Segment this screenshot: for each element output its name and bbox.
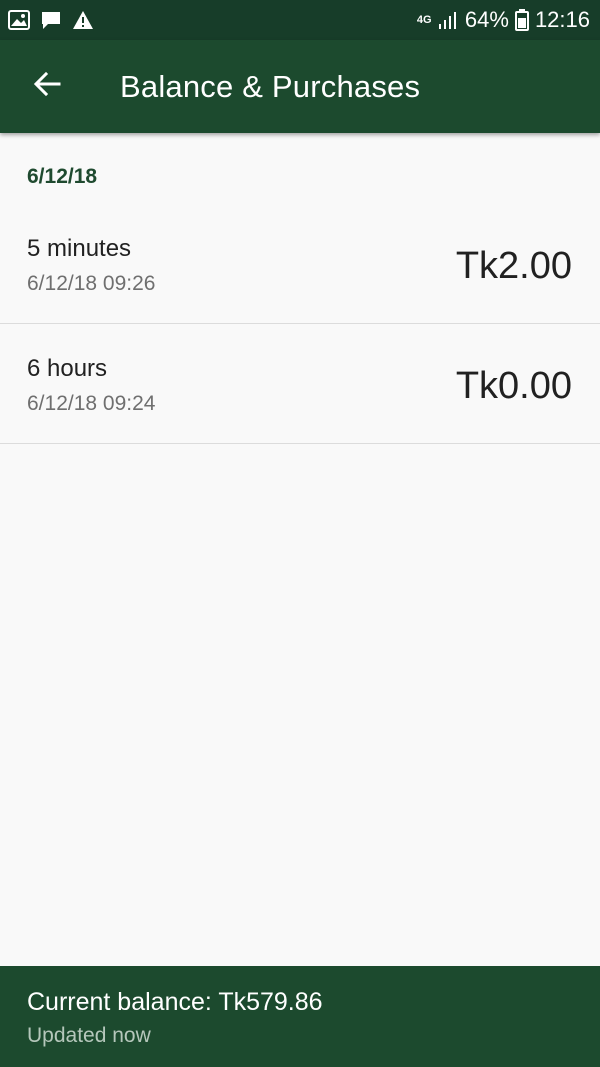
purchase-amount: Tk2.00	[455, 245, 572, 287]
back-button[interactable]	[0, 40, 94, 133]
purchase-name: 6 hours	[27, 355, 108, 382]
balance-bar[interactable]: Current balance: Tk579.86 Updated now	[0, 966, 600, 1067]
app-bar: Balance & Purchases	[0, 40, 600, 133]
list-item[interactable]: 6 hours 6/12/18 09:24 Tk0.00	[0, 324, 600, 444]
current-balance: Current balance: Tk579.86	[27, 988, 323, 1016]
status-system: 4G 64% 12:16	[417, 7, 590, 33]
status-bar: 4G 64% 12:16	[0, 0, 600, 40]
purchase-timestamp: 6/12/18 09:24	[27, 392, 156, 415]
image-icon	[8, 10, 30, 30]
page-title: Balance & Purchases	[120, 68, 421, 104]
signal-icon	[437, 10, 459, 30]
screen: 4G 64% 12:16 Balance & Purchases 6/12/18…	[0, 0, 600, 1067]
status-notifications	[8, 10, 94, 30]
purchase-timestamp: 6/12/18 09:26	[27, 272, 156, 295]
arrow-left-icon	[33, 71, 61, 102]
battery-icon	[514, 9, 529, 31]
warning-icon	[72, 10, 94, 30]
balance-updated-status: Updated now	[27, 1024, 151, 1047]
purchase-amount: Tk0.00	[455, 365, 572, 407]
clock: 12:16	[534, 7, 590, 32]
purchase-name: 5 minutes	[27, 235, 132, 262]
purchases-list: 6/12/18 5 minutes 6/12/18 09:26 Tk2.00 6…	[0, 133, 600, 444]
date-header: 6/12/18	[27, 165, 98, 188]
message-icon	[40, 10, 62, 30]
list-item[interactable]: 5 minutes 6/12/18 09:26 Tk2.00	[0, 221, 600, 324]
battery-percent: 64%	[464, 7, 509, 32]
network-type: 4G	[416, 14, 432, 26]
